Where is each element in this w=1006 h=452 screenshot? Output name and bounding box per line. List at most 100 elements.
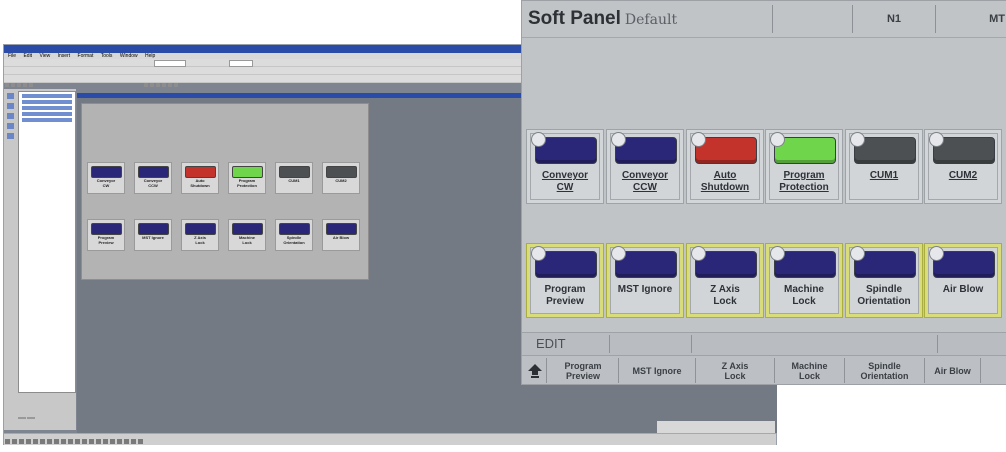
indicator-circle-icon — [770, 246, 785, 261]
softkey-machine-lock[interactable]: Machine Lock — [775, 358, 845, 383]
button-label: Conveyor CCW — [621, 170, 669, 193]
conveyor-ccw-button[interactable]: Conveyor CCW — [606, 129, 684, 204]
program-protection-button[interactable]: Program Protection — [765, 129, 843, 204]
indicator-circle-icon — [611, 132, 626, 147]
softkey-bar: Program Preview MST Ignore Z Axis Lock Machin… — [522, 355, 1006, 384]
mini-lamp — [91, 223, 122, 235]
softkey-air-blow[interactable]: Air Blow — [925, 358, 981, 383]
mini-button-label: Program Protection — [237, 178, 257, 188]
home-arrow-icon[interactable] — [524, 358, 547, 383]
mini-machine-lock-button[interactable]: Machine Lock — [228, 219, 266, 251]
mini-button-label: CUM1 — [288, 178, 300, 183]
button-label: Z Axis Lock — [710, 284, 740, 307]
tree-item[interactable] — [22, 100, 72, 104]
tree-item[interactable] — [22, 112, 72, 116]
explorer-tab[interactable] — [27, 417, 35, 419]
tree-item[interactable] — [22, 106, 72, 110]
mini-conveyor-ccw-button[interactable]: Conveyor CCW — [134, 162, 172, 194]
mini-lamp — [279, 223, 310, 235]
mini-program-protection-button[interactable]: Program Protection — [228, 162, 266, 194]
tool-icon[interactable] — [7, 93, 14, 99]
conveyor-cw-button[interactable]: Conveyor CW — [526, 129, 604, 204]
mini-program-preview-button[interactable]: Program Preview — [87, 219, 125, 251]
auto-shutdown-button[interactable]: Auto Shutdown — [686, 129, 764, 204]
mode-cell — [611, 335, 692, 353]
mini-conveyor-cw-button[interactable]: Conveyor CW — [87, 162, 125, 194]
spindle-orientation-button[interactable]: Spindle Orientation — [845, 243, 923, 318]
mode-label: EDIT — [522, 335, 610, 353]
mini-lamp — [326, 223, 357, 235]
indicator-circle-icon — [929, 246, 944, 261]
tool-icon[interactable] — [7, 103, 14, 109]
mini-lamp — [185, 166, 216, 178]
project-tree[interactable] — [18, 91, 76, 393]
mini-button-label: Spindle Orientation — [283, 235, 305, 245]
tool-icon[interactable] — [7, 123, 14, 129]
mini-button-label: Program Preview — [97, 235, 115, 245]
z-axis-lock-button[interactable]: Z Axis Lock — [686, 243, 764, 318]
mini-button-label: Auto Shutdown — [190, 178, 210, 188]
mini-button-label: Air Blow — [332, 235, 350, 240]
cum2-button[interactable]: CUM2 — [924, 129, 1002, 204]
mini-lamp — [232, 223, 263, 235]
button-label: MST Ignore — [617, 284, 673, 295]
indicator-circle-icon — [770, 132, 785, 147]
indicator-circle-icon — [531, 132, 546, 147]
mini-button-label: Machine Lock — [238, 235, 255, 245]
tool-icon[interactable] — [7, 113, 14, 119]
button-label: CUM1 — [869, 170, 899, 181]
indicator-circle-icon — [850, 246, 865, 261]
mini-cum2-button[interactable]: CUM2 — [322, 162, 360, 194]
tree-item[interactable] — [22, 94, 72, 98]
mini-mst-ignore-button[interactable]: MST Ignore — [134, 219, 172, 251]
mini-lamp — [185, 223, 216, 235]
cum1-button[interactable]: CUM1 — [845, 129, 923, 204]
air-blow-button[interactable]: Air Blow — [924, 243, 1002, 318]
mini-button-label: Z Axis Lock — [194, 235, 206, 245]
soft-panel-design-form[interactable]: Conveyor CW Conveyor CCW Auto Shutdown Program… — [81, 103, 369, 280]
zoom-combo[interactable] — [154, 60, 186, 67]
indicator-circle-icon — [611, 246, 626, 261]
header-cell-n1: N1 — [853, 5, 936, 33]
softkey-program-preview[interactable]: Program Preview — [548, 358, 619, 383]
softkey-z-axis-lock[interactable]: Z Axis Lock — [696, 358, 775, 383]
mode-cell — [692, 335, 938, 353]
indicator-circle-icon — [691, 246, 706, 261]
tool-icon[interactable] — [7, 133, 14, 139]
program-preview-button[interactable]: Program Preview — [526, 243, 604, 318]
mini-button-label: CUM2 — [335, 178, 347, 183]
header-cell-mt: MT — [989, 13, 1005, 25]
mst-ignore-button[interactable]: MST Ignore — [606, 243, 684, 318]
project-explorer — [4, 89, 76, 430]
button-label: CUM2 — [948, 170, 978, 181]
mini-lamp — [91, 166, 122, 178]
button-label: Spindle Orientation — [857, 284, 911, 307]
soft-panel-window: Soft Panel Default N1 MT Conveyor CW Convey… — [521, 0, 1006, 385]
explorer-tab[interactable] — [18, 417, 26, 419]
tree-item[interactable] — [22, 118, 72, 122]
mini-lamp — [138, 223, 169, 235]
font-combo[interactable] — [229, 60, 253, 67]
panel-title: Soft Panel Default — [522, 5, 773, 33]
indicator-circle-icon — [531, 246, 546, 261]
indicator-circle-icon — [850, 132, 865, 147]
mini-cum1-button[interactable]: CUM1 — [275, 162, 313, 194]
mini-spindle-orientation-button[interactable]: Spindle Orientation — [275, 219, 313, 251]
softkey-mst-ignore[interactable]: MST Ignore — [619, 358, 696, 383]
mini-button-label: Conveyor CCW — [143, 178, 163, 188]
mode-bar: EDIT — [522, 332, 1006, 355]
button-label: Machine Lock — [783, 284, 824, 307]
header-divider — [522, 37, 1006, 38]
panel-title-text: Soft Panel — [528, 8, 621, 29]
machine-lock-button[interactable]: Machine Lock — [765, 243, 843, 318]
coordinate-box — [657, 421, 775, 433]
mini-lamp — [279, 166, 310, 178]
softkey-spindle-orientation[interactable]: Spindle Orientation — [845, 358, 925, 383]
editor-status-toolbar[interactable] — [4, 433, 776, 445]
mini-z-axis-lock-button[interactable]: Z Axis Lock — [181, 219, 219, 251]
button-label: Program Protection — [779, 170, 829, 193]
mini-button-label: Conveyor CW — [96, 178, 116, 188]
mini-lamp — [326, 166, 357, 178]
mini-auto-shutdown-button[interactable]: Auto Shutdown — [181, 162, 219, 194]
mini-air-blow-button[interactable]: Air Blow — [322, 219, 360, 251]
